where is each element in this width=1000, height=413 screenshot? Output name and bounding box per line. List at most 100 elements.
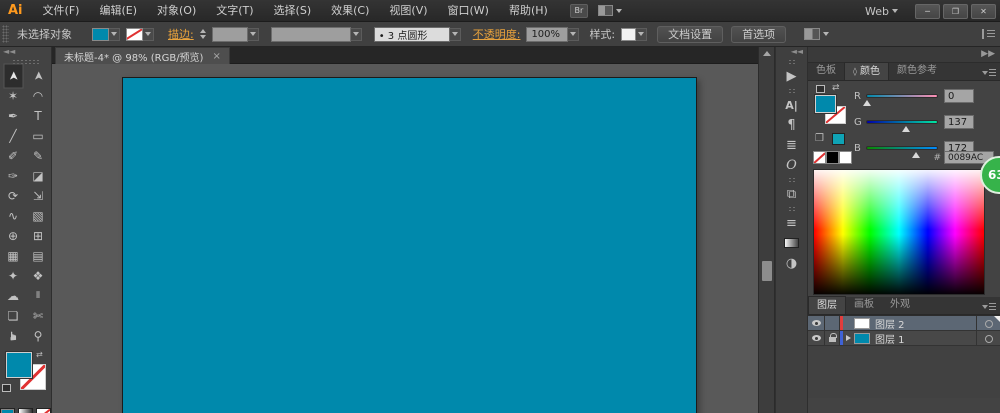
document-tab[interactable]: 未标题-4* @ 98% (RGB/预览) × xyxy=(55,47,230,64)
dock-grip[interactable] xyxy=(788,177,795,182)
dock-grip[interactable] xyxy=(788,88,795,93)
menu-object[interactable]: 对象(O) xyxy=(147,0,206,21)
duplicate-icon[interactable] xyxy=(816,85,825,93)
document-setup-button[interactable]: 文档设置 xyxy=(657,25,724,43)
menu-help[interactable]: 帮助(H) xyxy=(499,0,558,21)
eyedropper-tool[interactable]: ✦ xyxy=(1,266,26,286)
stroke-weight-control[interactable] xyxy=(211,26,259,42)
expand-cell[interactable] xyxy=(843,316,854,331)
default-fill-stroke-icon[interactable] xyxy=(2,384,11,392)
layer-row[interactable]: 图层 2 xyxy=(808,315,1000,331)
target-icon[interactable] xyxy=(984,319,993,328)
visibility-cell[interactable] xyxy=(808,330,825,346)
direct-selection-tool[interactable]: ➤ xyxy=(28,64,48,89)
control-bar-menu-icon[interactable] xyxy=(982,29,995,39)
width-tool[interactable]: ∿ xyxy=(1,206,26,226)
paragraph-panel-icon[interactable]: ¶ xyxy=(776,115,807,135)
opentype-panel-icon[interactable]: O xyxy=(776,155,807,175)
magic-wand-tool[interactable]: ✶ xyxy=(1,86,26,106)
green-slider-thumb[interactable] xyxy=(902,126,910,132)
appearance-panel-icon[interactable]: ≡ xyxy=(776,213,807,233)
none-button[interactable] xyxy=(36,408,51,413)
variable-width-profile-dropdown[interactable] xyxy=(350,27,362,41)
menu-window[interactable]: 窗口(W) xyxy=(438,0,499,21)
layer-name[interactable]: 图层 2 xyxy=(875,316,976,331)
layer-thumbnail[interactable] xyxy=(854,332,870,344)
menu-edit[interactable]: 编辑(E) xyxy=(89,0,147,21)
layer-row[interactable]: 图层 1 xyxy=(808,330,1000,346)
panel-menu-icon[interactable] xyxy=(982,68,996,77)
lock-cell[interactable] xyxy=(825,330,840,346)
vertical-scrollbar[interactable] xyxy=(758,47,775,413)
red-value-field[interactable]: 0 xyxy=(944,89,974,103)
black-swatch[interactable] xyxy=(826,151,839,164)
graphic-style-swatch[interactable] xyxy=(621,27,637,41)
opacity-control[interactable]: 100% xyxy=(526,26,580,42)
green-value-field[interactable]: 137 xyxy=(944,115,974,129)
restore-button[interactable]: ❐ xyxy=(943,3,968,19)
menu-effect[interactable]: 效果(C) xyxy=(321,0,379,21)
tab-close-icon[interactable]: × xyxy=(212,51,220,62)
lasso-tool[interactable]: ◠ xyxy=(26,86,51,106)
panel-menu-icon[interactable] xyxy=(982,302,996,311)
layer-thumbnail[interactable] xyxy=(854,317,870,329)
stroke-weight-field[interactable] xyxy=(211,26,248,42)
layer-name[interactable]: 图层 1 xyxy=(875,331,976,346)
gradient-button[interactable] xyxy=(18,408,33,413)
color-spectrum[interactable] xyxy=(813,169,985,295)
blue-slider-thumb[interactable] xyxy=(912,152,920,158)
stroke-color-swatch[interactable] xyxy=(126,27,143,41)
brush-definition-dropdown[interactable] xyxy=(449,27,461,41)
scale-tool[interactable]: ⇲ xyxy=(26,186,51,206)
menu-file[interactable]: 文件(F) xyxy=(33,0,90,21)
stroke-panel-link[interactable]: 描边: xyxy=(168,26,194,42)
gradient-tool[interactable]: ▤ xyxy=(26,246,51,266)
paintbrush-tool[interactable]: ✐ xyxy=(1,146,26,166)
stroke-weight-dropdown[interactable] xyxy=(247,27,259,41)
fill-color-control[interactable] xyxy=(92,27,120,41)
pen-tool[interactable]: ✒ xyxy=(1,106,26,126)
artboard[interactable] xyxy=(122,77,697,413)
hand-tool[interactable]: ☛ xyxy=(3,324,23,349)
opacity-panel-link[interactable]: 不透明度: xyxy=(473,26,521,42)
minimize-button[interactable]: ─ xyxy=(915,3,940,19)
scroll-up-arrow-icon[interactable] xyxy=(759,47,774,60)
tab-artboards[interactable]: 画板 xyxy=(846,296,882,314)
opacity-field[interactable]: 100% xyxy=(526,26,569,42)
variable-width-profile-field[interactable] xyxy=(270,26,351,42)
tools-collapse-icon[interactable]: ◄◄ xyxy=(0,47,51,57)
lock-cell[interactable] xyxy=(825,315,840,331)
menu-view[interactable]: 视图(V) xyxy=(379,0,437,21)
brush-definition-control[interactable]: • 3 点圆形 xyxy=(373,26,461,42)
blue-slider[interactable] xyxy=(866,146,938,158)
blob-brush-tool[interactable]: ✑ xyxy=(1,166,26,186)
transparency-panel-icon[interactable]: ◑ xyxy=(776,253,807,273)
type-tool[interactable]: T xyxy=(26,106,51,126)
line-segment-tool[interactable]: ╱ xyxy=(1,126,26,146)
fill-color-dropdown[interactable] xyxy=(109,27,120,41)
rectangle-tool[interactable]: ▭ xyxy=(26,126,51,146)
none-swatch[interactable] xyxy=(813,151,826,164)
lock-icon[interactable] xyxy=(828,333,837,342)
scrollbar-thumb[interactable] xyxy=(762,261,772,281)
mesh-tool[interactable]: ▦ xyxy=(1,246,26,266)
pencil-tool[interactable]: ✎ xyxy=(26,146,51,166)
slice-tool[interactable]: ✄ xyxy=(26,306,51,326)
column-graph-tool[interactable]: ⫴ xyxy=(26,286,51,306)
tab-color-guide[interactable]: 颜色参考 xyxy=(889,62,945,80)
target-cell[interactable] xyxy=(976,331,1000,346)
selection-tool[interactable]: ➤ xyxy=(3,63,23,89)
tab-appearance[interactable]: 外观 xyxy=(882,296,918,314)
tab-color[interactable]: ◊ 颜色 xyxy=(844,62,889,80)
zoom-tool[interactable]: ⚲ xyxy=(26,326,51,346)
target-icon[interactable] xyxy=(984,334,993,343)
variable-width-profile-control[interactable] xyxy=(270,26,362,42)
gradient-panel-icon[interactable] xyxy=(776,233,807,253)
green-slider[interactable] xyxy=(866,120,938,132)
brush-definition-field[interactable]: • 3 点圆形 xyxy=(373,26,450,42)
menu-select[interactable]: 选择(S) xyxy=(264,0,322,21)
control-misc-control[interactable] xyxy=(792,28,830,40)
fill-color-swatch[interactable] xyxy=(92,27,109,41)
blend-tool[interactable]: ❖ xyxy=(26,266,51,286)
canvas[interactable] xyxy=(52,64,758,413)
